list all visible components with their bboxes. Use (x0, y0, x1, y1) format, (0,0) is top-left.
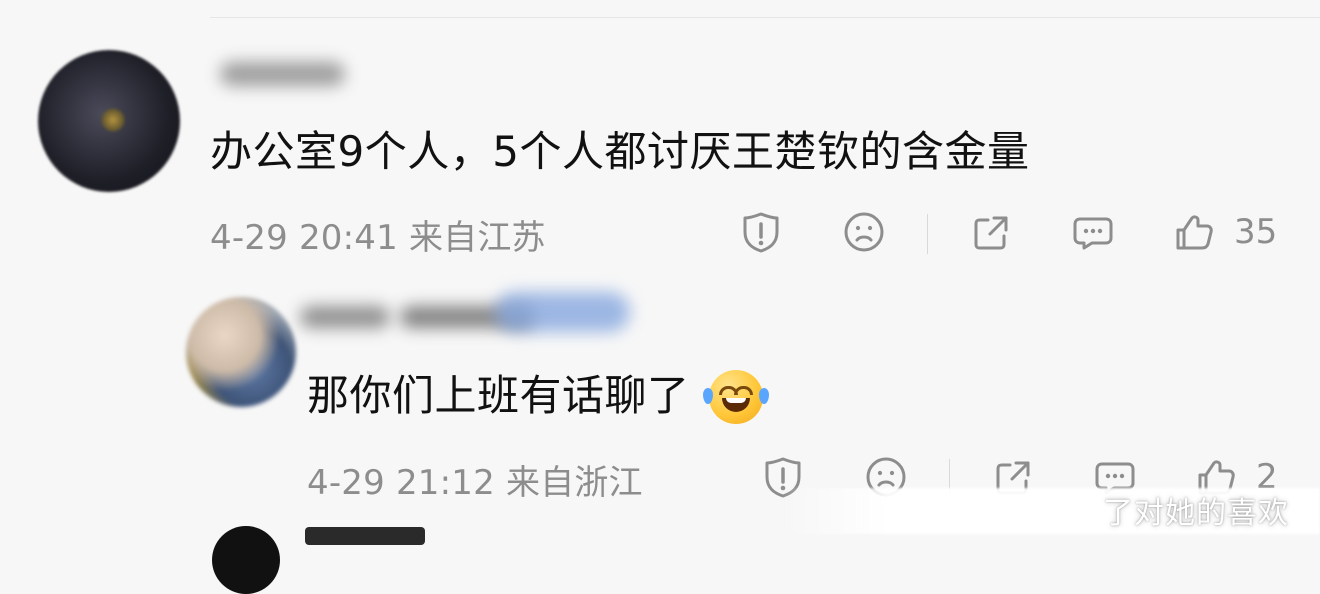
report-shield-icon (743, 212, 779, 253)
like-count: 35 (1234, 212, 1278, 252)
blurred-username[interactable] (495, 292, 630, 332)
report-button[interactable] (740, 210, 782, 254)
top-divider (210, 17, 1320, 18)
comment-meta: 4-29 21:12 来自浙江 (307, 463, 643, 503)
avatar[interactable] (38, 50, 180, 192)
share-button[interactable] (970, 210, 1014, 254)
tear-icon (759, 387, 770, 404)
comment-text-content: 那你们上班有话聊了 (307, 371, 690, 420)
mouth-icon (722, 397, 751, 412)
blurred-username[interactable] (300, 306, 390, 328)
share-icon (974, 216, 1008, 250)
watermark-text: 了对她的喜欢 (1103, 496, 1289, 531)
action-separator (927, 214, 928, 254)
avatar[interactable] (212, 526, 280, 594)
thumbs-up-icon (1176, 215, 1213, 250)
like-button[interactable]: 35 (1172, 210, 1277, 254)
comment-text: 那你们上班有话聊了 (307, 366, 770, 426)
comment-meta: 4-29 20:41 来自江苏 (210, 218, 546, 258)
tear-icon (703, 387, 714, 404)
comment-text: 办公室9个人，5个人都讨厌王楚钦的含金量 (210, 127, 1030, 176)
reply-button[interactable] (1070, 210, 1116, 254)
eye-icon (734, 385, 754, 395)
sad-face-icon (844, 212, 884, 252)
next-comment-name-cropped (305, 527, 425, 545)
blurred-username[interactable] (220, 62, 345, 86)
avatar[interactable] (186, 297, 296, 407)
comment-bubble-icon (1073, 217, 1113, 250)
dislike-button[interactable] (842, 210, 886, 254)
laughing-crying-emoji-icon (703, 369, 770, 424)
